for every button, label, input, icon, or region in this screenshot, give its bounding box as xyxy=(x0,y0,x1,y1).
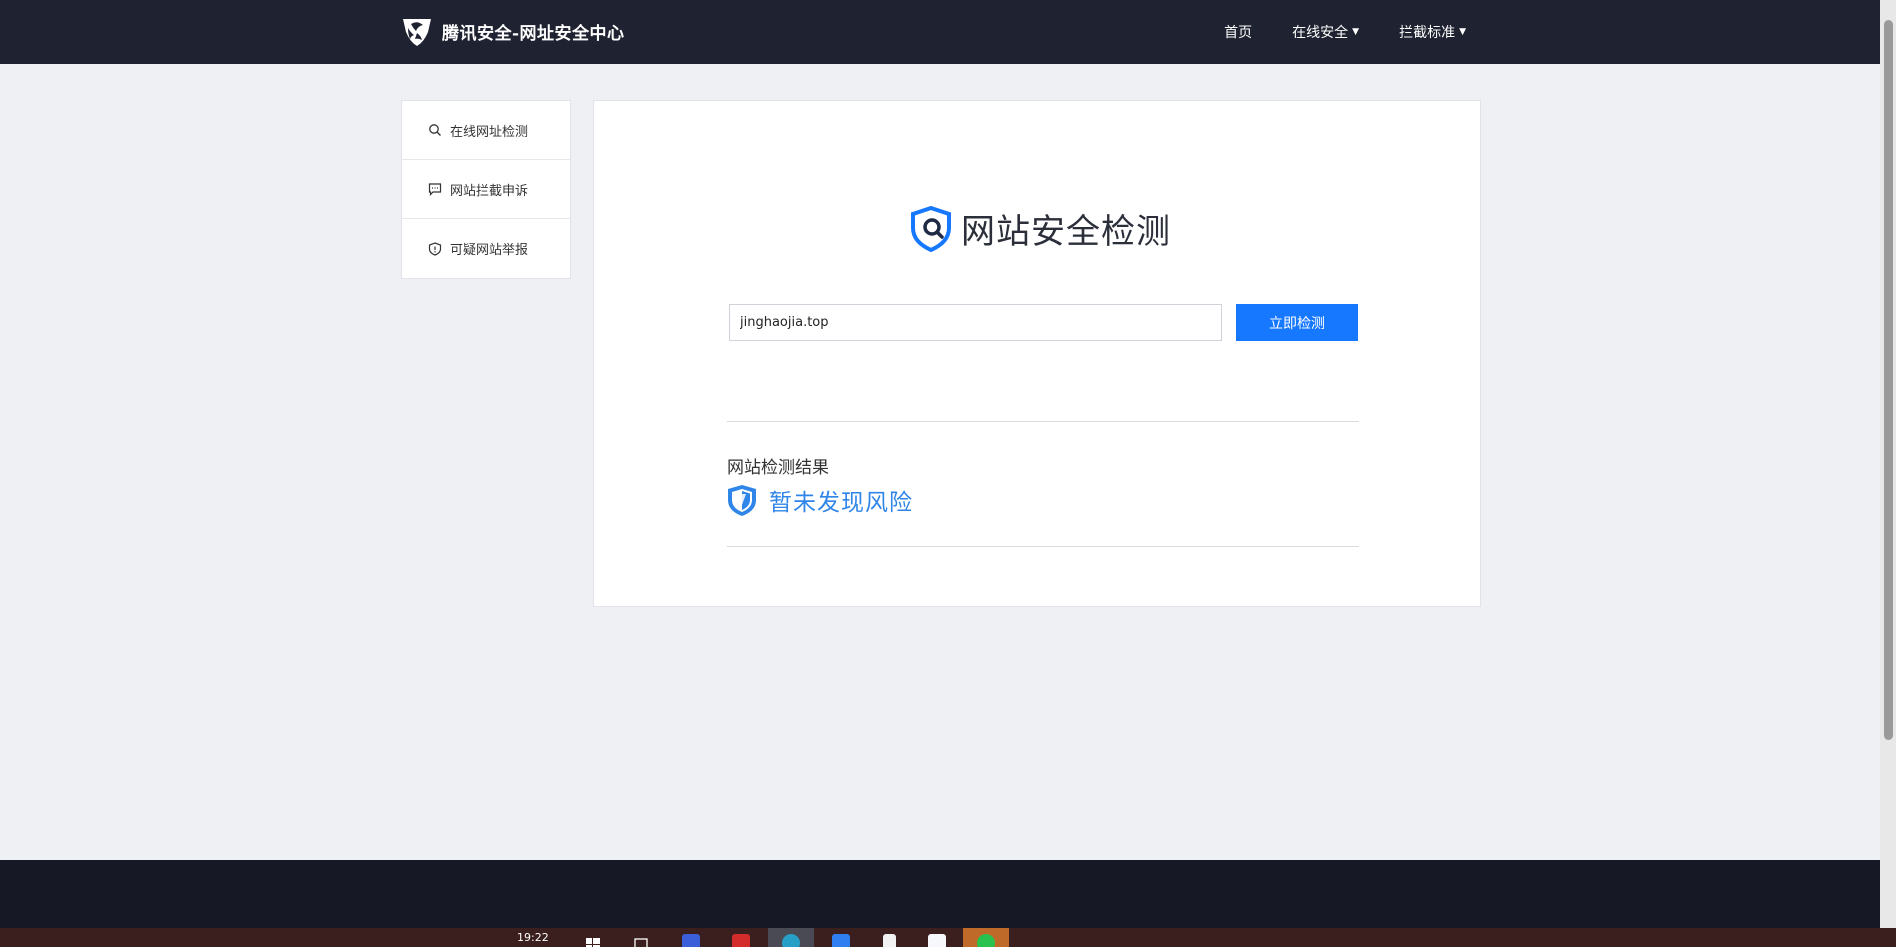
sidebar: 在线网址检测 网站拦截申诉 可疑网站举报 xyxy=(401,100,571,279)
result-status: 暂未发现风险 xyxy=(727,483,913,517)
app-board-icon[interactable] xyxy=(914,928,960,947)
sidebar-item-report[interactable]: 可疑网站举报 xyxy=(402,219,570,278)
nav-block-standards[interactable]: 拦截标准 ▼ xyxy=(1399,22,1466,42)
nav-home-label: 首页 xyxy=(1224,25,1253,41)
result-status-text: 暂未发现风险 xyxy=(769,490,913,516)
windows-start-icon[interactable] xyxy=(570,928,616,947)
search-icon xyxy=(429,124,441,136)
taskbar-clock[interactable]: 19:22 xyxy=(517,931,549,944)
brand[interactable]: 腾讯安全-网址安全中心 xyxy=(400,14,625,48)
page-footer xyxy=(0,860,1880,928)
shield-search-icon xyxy=(911,205,951,252)
caret-down-icon: ▼ xyxy=(1459,27,1466,37)
wechat-icon[interactable] xyxy=(963,928,1009,947)
safe-shield-icon xyxy=(728,484,756,516)
check-now-button[interactable]: 立即检测 xyxy=(1236,304,1358,341)
sidebar-item-appeal[interactable]: 网站拦截申诉 xyxy=(402,160,570,219)
sidebar-item-label: 在线网址检测 xyxy=(450,124,529,140)
scrollbar-thumb[interactable] xyxy=(1884,20,1893,740)
page-title: 网站安全检测 xyxy=(961,212,1171,252)
tencent-security-logo-icon xyxy=(403,19,431,46)
app-arrow-icon[interactable] xyxy=(818,928,864,947)
top-navbar: 腾讯安全-网址安全中心 首页 在线安全 ▼ 拦截标准 ▼ xyxy=(0,0,1880,64)
sidebar-item-label: 可疑网站举报 xyxy=(450,243,529,258)
divider xyxy=(727,546,1359,547)
brand-title: 腾讯安全-网址安全中心 xyxy=(442,23,625,44)
page-heading: 网站安全检测 xyxy=(909,204,1171,253)
sidebar-item-label: 网站拦截申诉 xyxy=(450,183,529,199)
chat-icon xyxy=(428,183,442,196)
taskbar: 19:22 xyxy=(0,928,1896,947)
nav-online-security[interactable]: 在线安全 ▼ xyxy=(1292,22,1359,42)
edge-browser-icon[interactable] xyxy=(768,928,814,947)
sidebar-item-url-check[interactable]: 在线网址检测 xyxy=(402,101,570,160)
app-blue-icon[interactable] xyxy=(668,928,714,947)
file-icon[interactable] xyxy=(866,928,912,947)
task-view-icon[interactable] xyxy=(618,928,664,947)
url-input[interactable] xyxy=(729,304,1222,341)
shield-icon xyxy=(428,241,442,256)
result-label: 网站检测结果 xyxy=(727,458,829,478)
caret-down-icon: ▼ xyxy=(1352,27,1360,37)
nav-online-security-label: 在线安全 xyxy=(1292,25,1349,41)
main-nav: 首页 在线安全 ▼ 拦截标准 ▼ xyxy=(1224,0,1466,64)
divider xyxy=(727,421,1359,422)
app-red-icon[interactable] xyxy=(718,928,764,947)
nav-block-standards-label: 拦截标准 xyxy=(1399,25,1456,41)
page-scrollbar[interactable] xyxy=(1880,0,1896,928)
main-panel: 网站安全检测 立即检测 网站检测结果 暂未发现风险 xyxy=(593,100,1481,607)
nav-home[interactable]: 首页 xyxy=(1224,22,1252,42)
